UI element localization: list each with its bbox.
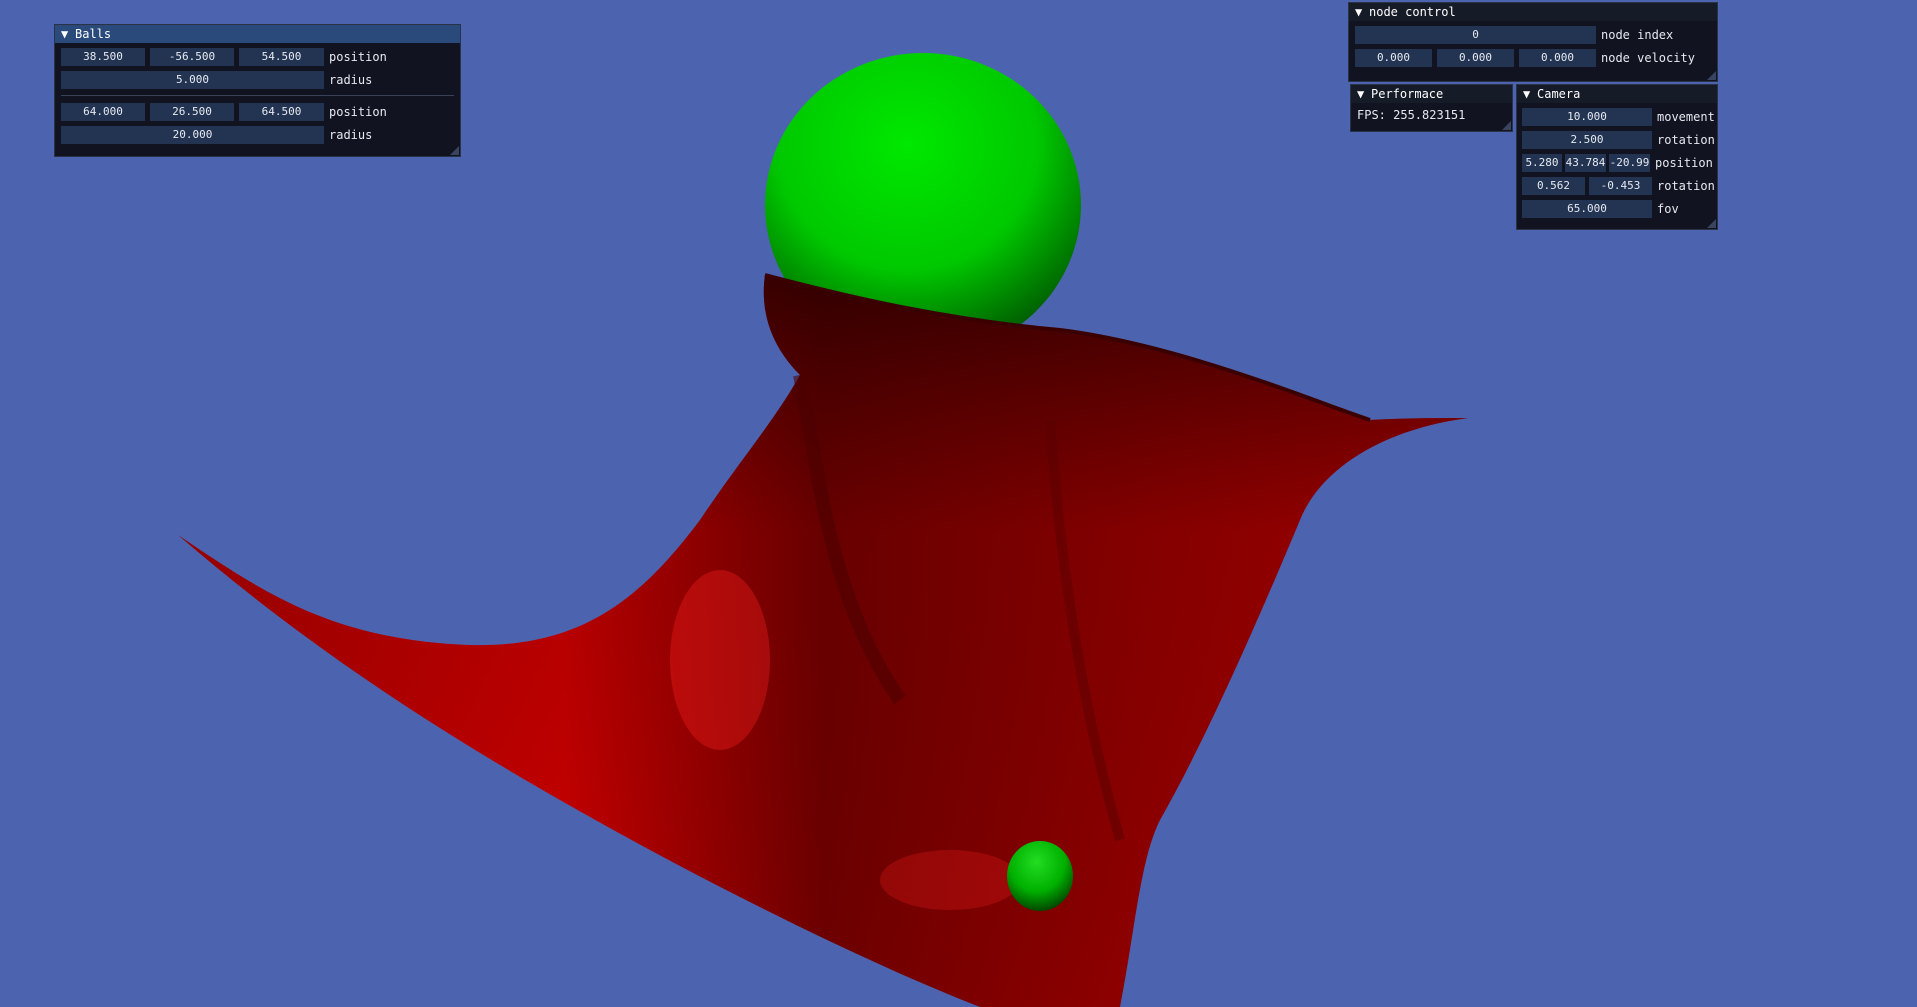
camera-movement-row: 10.000 movement <box>1522 107 1717 127</box>
ball-2-radius-label: radius <box>329 128 373 142</box>
camera-position-label: position <box>1655 156 1713 170</box>
ball-2-position-x[interactable]: 64.000 <box>61 103 145 121</box>
collapse-triangle-icon[interactable]: ▼ <box>1357 85 1371 103</box>
camera-title-text: Camera <box>1537 87 1581 101</box>
camera-movement-field[interactable]: 10.000 <box>1522 108 1652 126</box>
ball-1-position-z[interactable]: 54.500 <box>239 48 324 66</box>
node-velocity-y[interactable]: 0.000 <box>1437 49 1514 67</box>
ball-2-position-label: position <box>329 105 387 119</box>
ball-2-radius-field[interactable]: 20.000 <box>61 126 324 144</box>
camera-rotation-y[interactable]: -0.453 <box>1589 177 1652 195</box>
ball-2-position-y[interactable]: 26.500 <box>150 103 234 121</box>
performance-window[interactable]: ▼ Performace FPS: 255.823151 <box>1350 84 1513 132</box>
camera-rotation-speed-field[interactable]: 2.500 <box>1522 131 1652 149</box>
camera-rotation-label: rotation <box>1657 179 1715 193</box>
camera-window[interactable]: ▼ Camera 10.000 movement 2.500 rotation 5… <box>1516 84 1718 230</box>
camera-position-row: 5.280 43.784 -20.99 position <box>1522 153 1717 173</box>
ball-2-position-row: 64.000 26.500 64.500 position <box>61 102 454 122</box>
collapse-triangle-icon[interactable]: ▼ <box>1355 3 1369 21</box>
node-velocity-x[interactable]: 0.000 <box>1355 49 1432 67</box>
resize-grip-icon[interactable] <box>1502 121 1511 130</box>
node-velocity-label: node velocity <box>1601 51 1695 65</box>
node-control-title-text: node control <box>1369 5 1456 19</box>
ball-2-position-z[interactable]: 64.500 <box>239 103 324 121</box>
camera-rotation-speed-row: 2.500 rotation <box>1522 130 1717 150</box>
small-green-ball <box>1007 841 1073 911</box>
performance-window-title[interactable]: ▼ Performace <box>1351 85 1512 103</box>
fps-readout: FPS: 255.823151 <box>1357 108 1466 122</box>
ball-2-radius-row: 20.000 radius <box>61 125 454 145</box>
node-velocity-row: 0.000 0.000 0.000 node velocity <box>1355 48 1711 68</box>
node-index-field[interactable]: 0 <box>1355 26 1596 44</box>
camera-window-title[interactable]: ▼ Camera <box>1517 85 1717 103</box>
node-control-window[interactable]: ▼ node control 0 node index 0.000 0.000 0… <box>1348 2 1718 82</box>
red-cloth <box>178 273 1468 1007</box>
ball-separator <box>61 95 454 96</box>
camera-fov-field[interactable]: 65.000 <box>1522 200 1652 218</box>
collapse-triangle-icon[interactable]: ▼ <box>61 25 75 43</box>
camera-rotation-x[interactable]: 0.562 <box>1522 177 1585 195</box>
camera-movement-label: movement <box>1657 110 1715 124</box>
camera-position-y[interactable]: 43.784 <box>1565 154 1606 172</box>
node-velocity-z[interactable]: 0.000 <box>1519 49 1596 67</box>
ball-1-radius-label: radius <box>329 73 373 87</box>
camera-rotation-speed-label: rotation <box>1657 133 1715 147</box>
camera-fov-label: fov <box>1657 202 1679 216</box>
resize-grip-icon[interactable] <box>1707 71 1716 80</box>
collapse-triangle-icon[interactable]: ▼ <box>1523 85 1537 103</box>
camera-position-x[interactable]: 5.280 <box>1522 154 1562 172</box>
ball-1-position-x[interactable]: 38.500 <box>61 48 145 66</box>
camera-position-z[interactable]: -20.99 <box>1609 154 1650 172</box>
resize-grip-icon[interactable] <box>1707 219 1716 228</box>
ball-1-radius-field[interactable]: 5.000 <box>61 71 324 89</box>
resize-grip-icon[interactable] <box>450 146 459 155</box>
balls-window-title[interactable]: ▼ Balls <box>55 25 460 43</box>
camera-fov-row: 65.000 fov <box>1522 199 1717 219</box>
ball-1-radius-row: 5.000 radius <box>61 70 454 90</box>
camera-rotation-row: 0.562 -0.453 rotation <box>1522 176 1717 196</box>
node-index-label: node index <box>1601 28 1674 42</box>
ball-1-position-label: position <box>329 50 387 64</box>
ball-1-position-row: 38.500 -56.500 54.500 position <box>61 47 454 67</box>
ball-1-position-y[interactable]: -56.500 <box>150 48 234 66</box>
node-control-window-title[interactable]: ▼ node control <box>1349 3 1717 21</box>
balls-window[interactable]: ▼ Balls 38.500 -56.500 54.500 position 5.… <box>54 24 461 157</box>
performance-title-text: Performace <box>1371 87 1444 101</box>
balls-window-title-text: Balls <box>75 27 112 41</box>
node-index-row: 0 node index <box>1355 25 1711 45</box>
